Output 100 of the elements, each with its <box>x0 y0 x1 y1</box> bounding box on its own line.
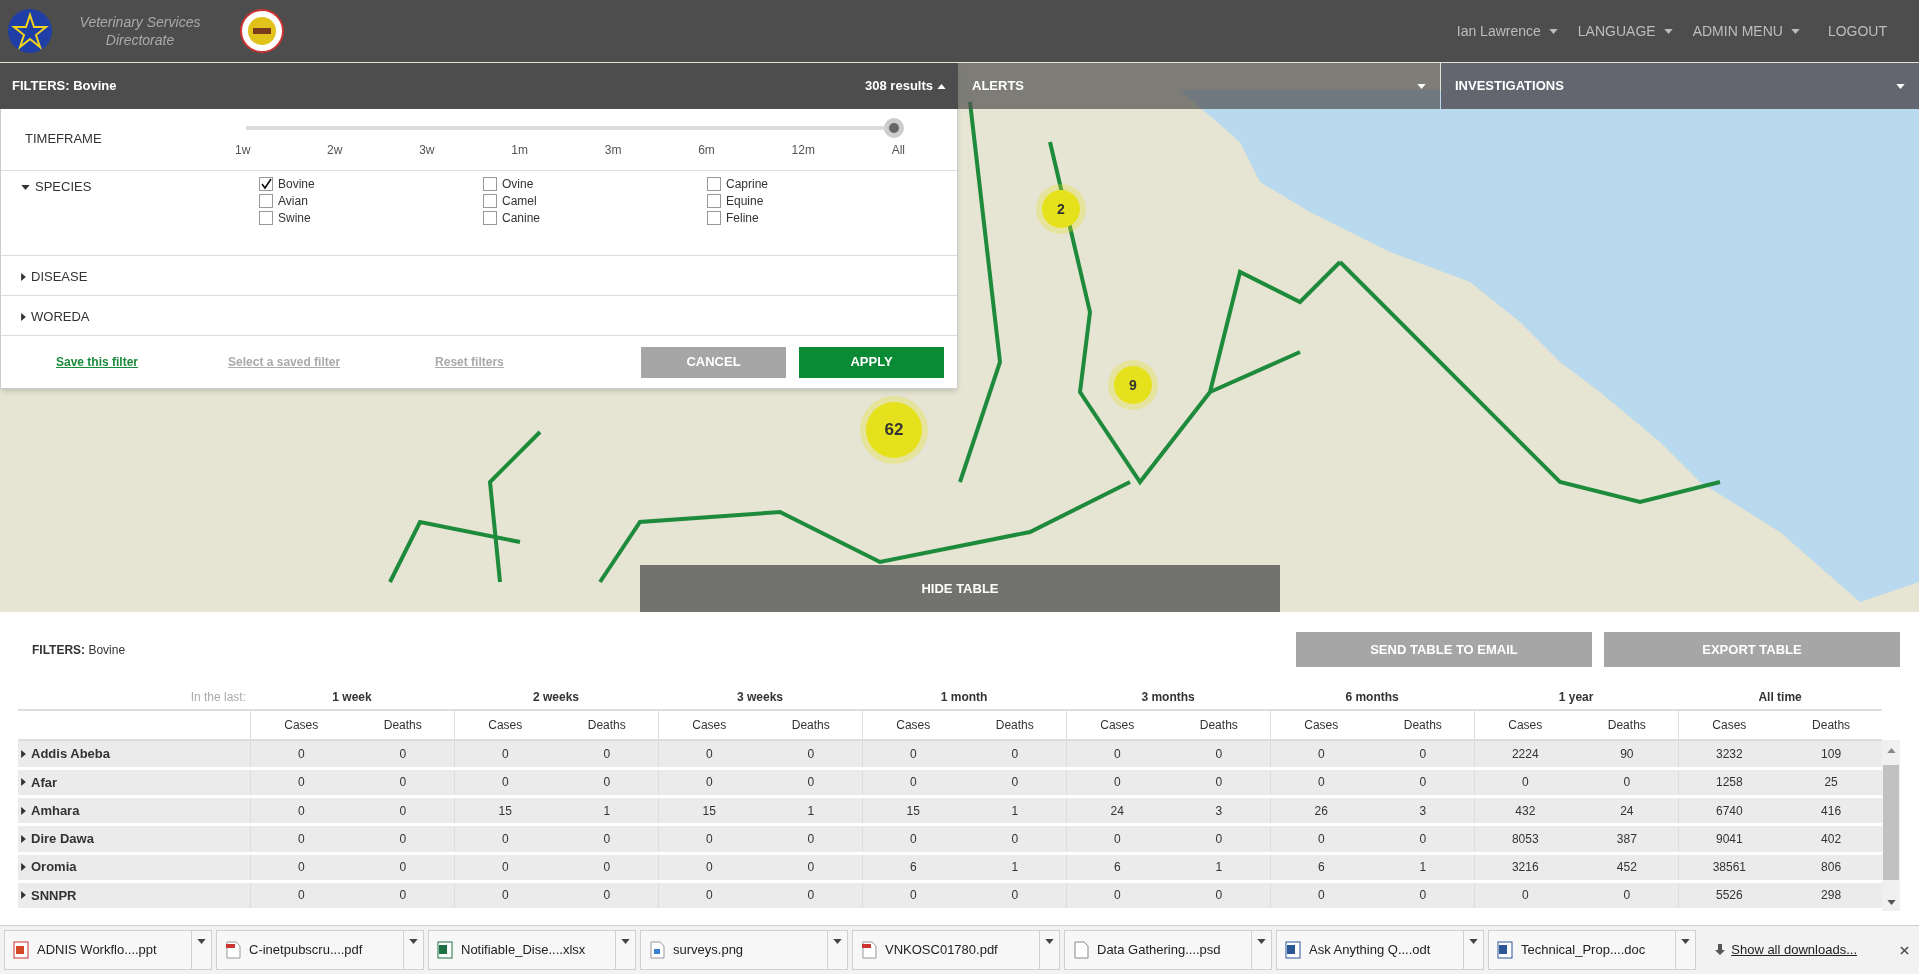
checkbox[interactable] <box>483 177 497 191</box>
region-row-toggle[interactable]: Oromia <box>21 857 77 877</box>
table-cell: 0 <box>760 768 863 797</box>
region-row-toggle[interactable]: Afar <box>21 772 57 793</box>
checkbox[interactable] <box>707 194 721 208</box>
timeframe-tick-label: 2w <box>327 142 343 159</box>
table-cell: 0 <box>760 853 863 882</box>
table-cell: 0 <box>1168 740 1271 769</box>
checkbox[interactable] <box>259 177 273 191</box>
column-header: Cases <box>658 710 760 740</box>
table-cell: 2224 <box>1474 740 1577 769</box>
timeframe-tick-label: 1w <box>235 142 251 159</box>
checkbox[interactable] <box>483 194 497 208</box>
file-icon <box>1285 941 1301 959</box>
table-cell: 0 <box>1372 824 1475 853</box>
table-cell: 5526 <box>1678 881 1781 910</box>
table-cell: 0 <box>1066 881 1169 910</box>
table-cell: 0 <box>556 881 658 910</box>
download-arrow-icon <box>1715 944 1726 956</box>
table-cell: 0 <box>454 824 556 853</box>
show-all-downloads-link[interactable]: Show all downloads... <box>1715 940 1857 960</box>
region-row-toggle[interactable]: Addis Abeba <box>21 744 110 764</box>
table-cell: 0 <box>250 740 352 769</box>
hide-table-button[interactable]: HIDE TABLE <box>640 565 1280 612</box>
caret-icon <box>621 939 630 944</box>
timeframe-tick-label: 3w <box>419 142 435 159</box>
file-icon <box>225 941 241 959</box>
header-menu-link[interactable]: ADMIN MENU <box>1690 20 1802 42</box>
filter-link[interactable]: Save this filter <box>56 353 139 371</box>
checkbox[interactable] <box>707 177 721 191</box>
table-cell: 0 <box>658 881 760 910</box>
column-header: Deaths <box>556 710 658 740</box>
table-cell: 0 <box>250 824 352 853</box>
table-cell: 6740 <box>1678 796 1781 825</box>
table-cell: 0 <box>1168 768 1271 797</box>
panel-header[interactable]: ALERTS <box>958 63 1440 109</box>
checkbox[interactable] <box>707 211 721 225</box>
table-cell: 8053 <box>1474 824 1577 853</box>
table-cell: 806 <box>1780 853 1883 882</box>
table-cell: 0 <box>1066 768 1169 797</box>
region-row-toggle[interactable]: Amhara <box>21 800 80 821</box>
region-row-toggle[interactable]: SNNPR <box>21 885 77 906</box>
caret-icon <box>1663 28 1673 34</box>
table-cell: 0 <box>1270 740 1373 769</box>
panel-header[interactable]: INVESTIGATIONS <box>1441 63 1919 109</box>
table-cell: 6 <box>1270 853 1373 882</box>
caret-icon <box>1257 939 1266 944</box>
caret-icon <box>197 939 206 944</box>
table-cell: 0 <box>964 881 1067 910</box>
period-header: 1 year <box>1474 685 1679 710</box>
header-menu-link[interactable]: LOGOUT <box>1825 20 1889 42</box>
column-header: Cases <box>1678 710 1781 740</box>
header-menu-link[interactable]: Ian Lawrence <box>1454 20 1560 42</box>
caret-icon <box>21 184 30 190</box>
filter-section-toggle[interactable]: DISEASE <box>21 269 88 285</box>
table-cell: 0 <box>964 740 1067 769</box>
column-header: Deaths <box>1372 710 1475 740</box>
table-cell: 0 <box>352 853 454 882</box>
table-cell: 1 <box>760 796 863 825</box>
timeframe-tick-label: 6m <box>698 142 715 159</box>
table-cell: 24 <box>1576 796 1679 825</box>
table-cell: 0 <box>1372 768 1475 797</box>
table-cell: 0 <box>250 796 352 825</box>
timeframe-label: TIMEFRAME <box>24 130 103 148</box>
filter-section-toggle[interactable]: SPECIES <box>21 179 92 195</box>
table-filter-summary: FILTERS: Bovine <box>32 641 126 659</box>
caret-icon <box>21 891 26 900</box>
timeframe-tick-label: 1m <box>511 142 528 159</box>
scrollbar[interactable] <box>1882 740 1900 911</box>
column-header: Deaths <box>1576 710 1679 740</box>
table-cell: 0 <box>352 768 454 797</box>
filter-summary: FILTERS: Bovine <box>12 77 117 96</box>
checkbox[interactable] <box>259 194 273 208</box>
checkbox[interactable] <box>483 211 497 225</box>
slider-thumb[interactable] <box>884 118 904 138</box>
header-menu-link[interactable]: LANGUAGE <box>1575 20 1675 42</box>
filter-bar[interactable]: FILTERS: Bovine 308 results <box>0 63 958 109</box>
column-header: Cases <box>250 710 352 740</box>
checkbox[interactable] <box>259 211 273 225</box>
table-cell: 0 <box>862 824 965 853</box>
caret-icon <box>1548 28 1558 34</box>
table-cell: 0 <box>1270 768 1373 797</box>
table-cell: 0 <box>1270 824 1373 853</box>
apply-button[interactable]: APPLY <box>799 346 944 378</box>
table-cell: 0 <box>1372 740 1475 769</box>
table-cell: 0 <box>658 768 760 797</box>
region-row-toggle[interactable]: Dire Dawa <box>21 829 94 849</box>
table-cell: 3 <box>1168 796 1271 825</box>
table-cell: 0 <box>352 881 454 910</box>
column-header: Deaths <box>352 710 454 740</box>
column-header: Deaths <box>760 710 863 740</box>
caret-icon <box>21 778 26 787</box>
table-cell: 0 <box>352 796 454 825</box>
table-cell: 0 <box>658 740 760 769</box>
column-header: Cases <box>1474 710 1577 740</box>
caret-icon <box>409 939 418 944</box>
column-header: Deaths <box>964 710 1067 740</box>
filter-section-toggle[interactable]: WOREDA <box>21 309 90 325</box>
table-cell: 15 <box>658 796 760 825</box>
table-cell: 0 <box>454 881 556 910</box>
